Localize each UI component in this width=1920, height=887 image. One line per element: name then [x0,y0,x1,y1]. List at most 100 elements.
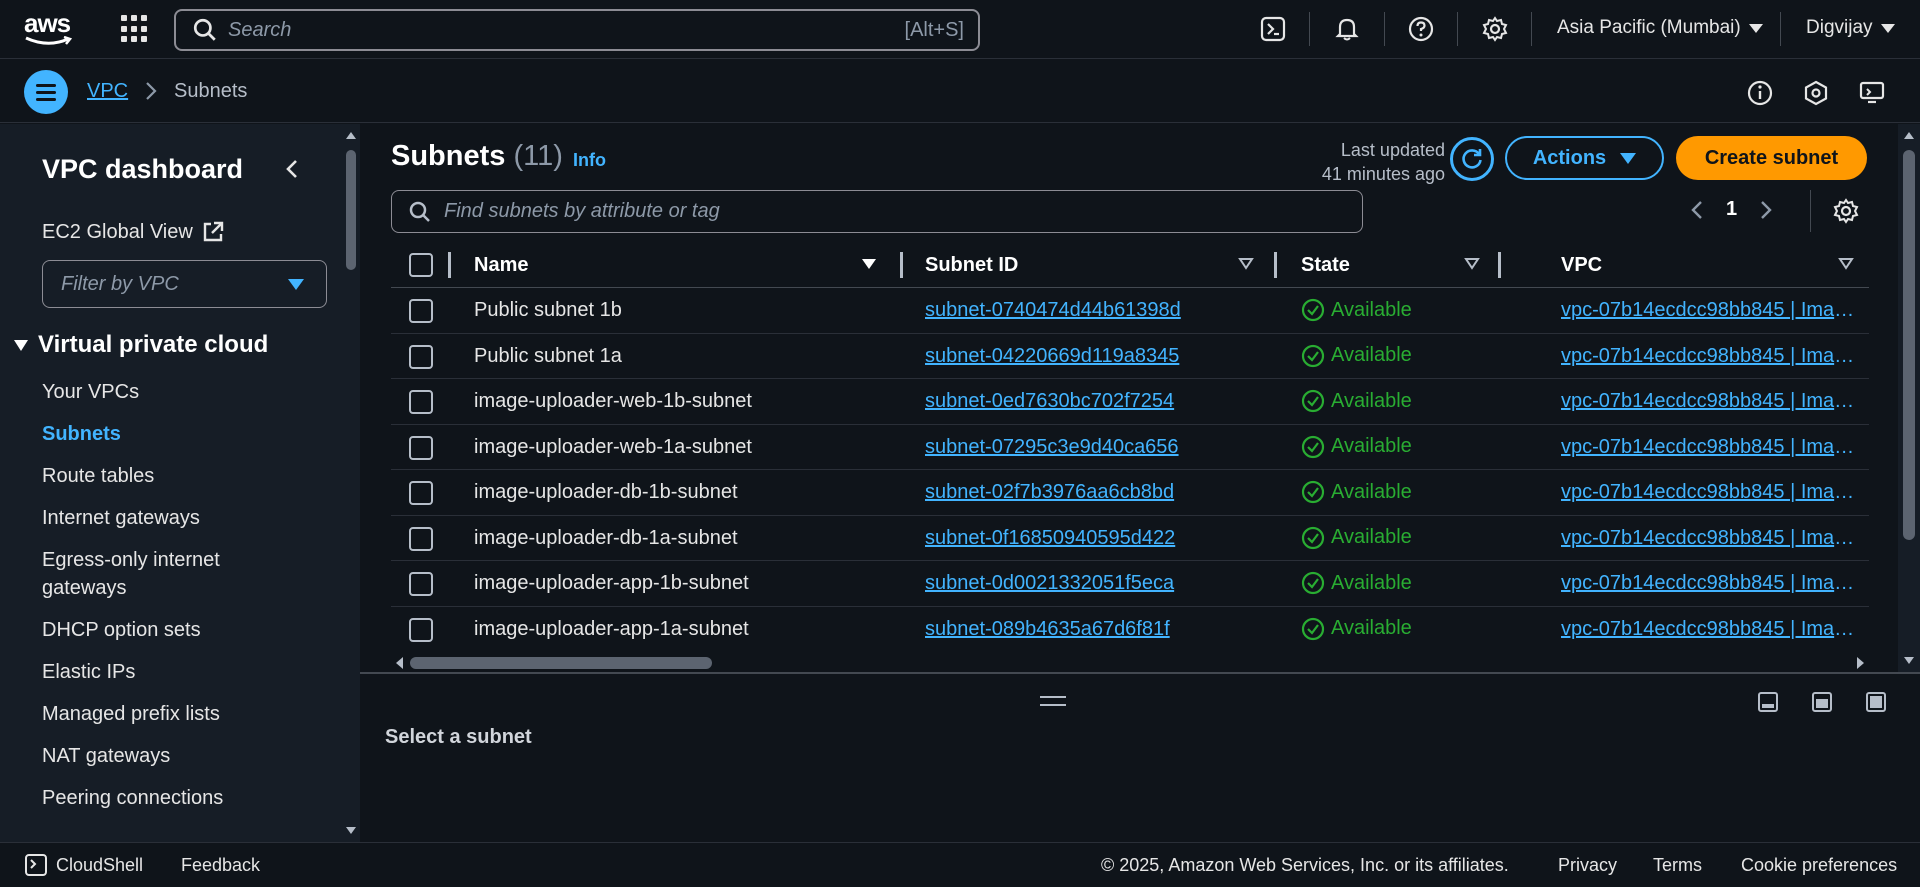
cell-vpc-link[interactable]: vpc-07b14ecdcc98bb845 | Imag... [1561,618,1861,641]
row-checkbox[interactable] [409,617,433,642]
cell-vpc-link[interactable]: vpc-07b14ecdcc98bb845 | Imag... [1561,527,1861,550]
cloudshell-button[interactable]: CloudShell [24,853,143,877]
column-header-name[interactable]: Name [474,254,528,277]
sidebar-item-subnets[interactable]: Subnets [42,420,302,448]
services-grid-icon[interactable] [121,15,149,43]
cell-vpc-link[interactable]: vpc-07b14ecdcc98bb845 | Imag... [1561,572,1861,595]
sidebar-item-egress-only-gateways[interactable]: Egress-only internet gateways [42,546,302,602]
sidebar-item-ec2-global-view[interactable]: EC2 Global View [42,220,225,244]
table-row[interactable]: image-uploader-app-1a-subnet subnet-089b… [391,607,1869,653]
sidebar-item-dhcp-option-sets[interactable]: DHCP option sets [42,616,302,644]
sidebar-section-virtual-private-cloud[interactable]: Virtual private cloud [14,331,268,359]
scroll-down-arrow-icon[interactable] [345,826,357,836]
sort-descending-icon[interactable] [861,257,877,271]
sidebar-item-managed-prefix-lists[interactable]: Managed prefix lists [42,700,302,728]
sidebar-item-elastic-ips[interactable]: Elastic IPs [42,658,302,686]
privacy-link[interactable]: Privacy [1558,855,1617,876]
sort-icon[interactable] [1464,257,1480,271]
next-page-icon[interactable] [1759,199,1773,221]
cell-subnet-id-link[interactable]: subnet-0740474d44b61398d [925,299,1181,322]
cell-subnet-id-link[interactable]: subnet-0ed7630bc702f7254 [925,390,1174,413]
table-row[interactable]: image-uploader-web-1b-subnet subnet-0ed7… [391,379,1869,425]
sidebar-scrollbar[interactable] [342,124,360,842]
sidebar-item-nat-gateways[interactable]: NAT gateways [42,742,302,770]
sort-icon[interactable] [1238,257,1254,271]
region-label: Asia Pacific (Mumbai) [1557,17,1741,38]
scroll-up-arrow-icon[interactable] [1903,130,1915,140]
row-checkbox[interactable] [409,299,433,323]
sort-icon[interactable] [1838,257,1854,271]
cell-vpc-link[interactable]: vpc-07b14ecdcc98bb845 | Imag... [1561,299,1861,322]
table-horizontal-scrollbar[interactable] [392,652,1870,672]
notifications-bell-icon[interactable] [1332,14,1362,44]
table-preferences-gear-icon[interactable] [1833,198,1859,224]
previous-page-icon[interactable] [1690,199,1704,221]
table-row[interactable]: image-uploader-db-1a-subnet subnet-0f168… [391,516,1869,561]
menu-hamburger-icon[interactable] [24,70,68,114]
row-checkbox[interactable] [409,481,433,505]
select-all-checkbox[interactable] [409,253,433,277]
cell-vpc-link[interactable]: vpc-07b14ecdcc98bb845 | Imag... [1561,390,1861,413]
refresh-button[interactable] [1450,137,1494,181]
cookie-preferences-link[interactable]: Cookie preferences [1741,855,1897,876]
cell-subnet-id-link[interactable]: subnet-04220669d119a8345 [925,345,1179,368]
cell-subnet-id-link[interactable]: subnet-0d0021332051f5eca [925,572,1174,595]
feedback-link[interactable]: Feedback [181,855,260,876]
breadcrumb-vpc-link[interactable]: VPC [87,80,128,103]
panel-side-icon[interactable] [1810,690,1834,714]
region-selector[interactable]: Asia Pacific (Mumbai) [1557,17,1763,39]
sidebar-item-your-vpcs[interactable]: Your VPCs [42,378,302,406]
settings-gear-icon[interactable] [1480,14,1510,44]
sidebar-item-peering-connections[interactable]: Peering connections [42,784,302,812]
row-checkbox[interactable] [409,435,433,460]
global-search-input[interactable]: Search [Alt+S] [174,9,980,51]
cell-subnet-id-link[interactable]: subnet-07295c3e9d40ca656 [925,436,1179,459]
horizontal-scrollbar-thumb[interactable] [410,657,712,669]
table-row[interactable]: image-uploader-db-1b-subnet subnet-02f7b… [391,470,1869,516]
vertical-scrollbar-thumb[interactable] [1903,150,1915,540]
panel-full-icon[interactable] [1864,690,1888,714]
cell-vpc-link[interactable]: vpc-07b14ecdcc98bb845 | Imag... [1561,345,1861,368]
row-checkbox[interactable] [409,572,433,596]
column-header-state[interactable]: State [1301,254,1350,277]
scroll-left-arrow-icon[interactable] [394,656,404,670]
filter-by-vpc-select[interactable]: Filter by VPC [42,260,327,308]
help-icon[interactable] [1406,14,1436,44]
cloudshell-icon[interactable] [1258,14,1288,44]
cell-subnet-id-link[interactable]: subnet-02f7b3976aa6cb8bd [925,481,1174,504]
info-link[interactable]: Info [573,150,606,171]
preferences-hexagon-icon[interactable] [1802,79,1830,107]
sidebar-item-route-tables[interactable]: Route tables [42,462,302,490]
scroll-right-arrow-icon[interactable] [1856,656,1866,670]
row-checkbox[interactable] [409,526,433,551]
table-row[interactable]: Public subnet 1b subnet-0740474d44b61398… [391,288,1869,334]
split-panel-resize-handle[interactable] [1040,696,1066,706]
current-page[interactable]: 1 [1726,198,1737,221]
sidebar-scrollbar-thumb[interactable] [346,150,356,270]
collapse-sidebar-icon[interactable] [282,158,302,180]
sidebar-item-internet-gateways[interactable]: Internet gateways [42,504,302,532]
actions-dropdown-button[interactable]: Actions [1505,136,1664,180]
scroll-down-arrow-icon[interactable] [1903,656,1915,666]
aws-logo[interactable]: aws [24,10,74,46]
table-row[interactable]: Public subnet 1a subnet-04220669d119a834… [391,334,1869,379]
scroll-up-arrow-icon[interactable] [345,130,357,140]
cell-subnet-id-link[interactable]: subnet-089b4635a67d6f81f [925,618,1170,641]
cell-vpc-link[interactable]: vpc-07b14ecdcc98bb845 | Imag... [1561,481,1861,504]
table-row[interactable]: image-uploader-app-1b-subnet subnet-0d00… [391,561,1869,607]
terms-link[interactable]: Terms [1653,855,1702,876]
panel-bottom-icon[interactable] [1756,690,1780,714]
cell-subnet-id-link[interactable]: subnet-0f16850940595d422 [925,527,1175,550]
display-settings-icon[interactable] [1858,79,1886,107]
main-vertical-scrollbar[interactable] [1898,124,1920,672]
table-row[interactable]: image-uploader-web-1a-subnet subnet-0729… [391,425,1869,470]
user-menu[interactable]: Digvijay [1806,17,1895,39]
column-header-vpc[interactable]: VPC [1561,254,1602,277]
subnet-filter-input[interactable]: Find subnets by attribute or tag [391,190,1363,233]
cell-vpc-link[interactable]: vpc-07b14ecdcc98bb845 | Imag... [1561,436,1861,459]
row-checkbox[interactable] [409,344,433,369]
row-checkbox[interactable] [409,390,433,414]
info-icon[interactable] [1746,79,1774,107]
column-header-subnet-id[interactable]: Subnet ID [925,254,1018,277]
create-subnet-button[interactable]: Create subnet [1676,136,1867,180]
